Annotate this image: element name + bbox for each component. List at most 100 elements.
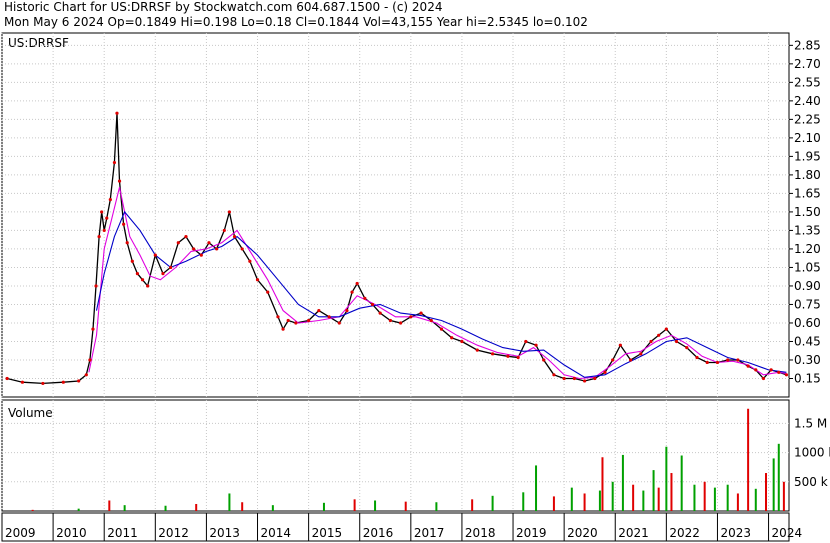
price-point [674,339,679,344]
volume-bar [665,446,668,511]
volume-panel-label: Volume [8,406,53,420]
x-tick-label: 2016 [363,526,394,540]
price-point [108,197,112,202]
price-y-tick-label: 2.10 [794,131,821,145]
price-y-tick-label: 1.35 [794,223,821,237]
price-point [657,333,661,337]
volume-bar [736,493,739,511]
price-point [370,302,375,307]
volume-bar [241,502,244,511]
price-y-tick-label: 0.75 [794,297,821,311]
price-point [153,253,157,257]
price-panel-label: US:DRRSF [8,36,69,50]
price-y-tick-label: 2.25 [794,112,821,126]
x-tick-label: 2014 [261,526,292,540]
price-point [419,311,423,315]
price-point [294,321,298,325]
price-point [161,272,165,276]
volume-bar [353,499,356,511]
price-point [639,352,643,356]
price-point [769,368,773,372]
price-y-tick-label: 2.85 [794,38,821,52]
price-y-axis: 2.85 2.70 2.55 2.40 2.25 2.10 1.95 1.80 1.65 1.50… [789,38,821,385]
stock-chart: US:DRRSF Volume 2.85 2.70 2.55 2.40 2.25 2.10… [1,32,830,542]
price-y-tick-label: 1.65 [794,186,821,200]
volume-bar [601,457,604,511]
price-point [649,339,653,344]
volume-bar [611,481,614,511]
volume-bar [31,509,34,511]
price-point [524,339,528,344]
price-point [388,318,392,323]
volume-bar [570,487,573,511]
price-y-tick-label: 1.20 [794,242,821,256]
volume-bar [765,473,768,511]
price-point [97,234,101,239]
price-y-tick-label: 0.15 [794,371,821,385]
price-point [516,355,520,360]
volume-bar [703,481,706,511]
price-point [207,241,211,245]
price-point [112,160,117,165]
volume-bar [164,505,167,511]
price-point [192,247,196,251]
volume-bar [754,488,757,511]
price-point [552,373,556,377]
price-point [490,352,495,356]
volume-y-tick-label: 1.5 M [794,416,827,430]
volume-bar [108,500,111,511]
price-point [439,327,444,331]
volume-bar [374,500,377,511]
price-point [115,111,119,115]
price-y-tick-label: 0.90 [794,279,821,293]
volume-bar [195,503,198,511]
volume-bar [670,473,673,511]
price-point [695,355,699,360]
price-point [784,373,789,377]
price-point [777,370,781,374]
price-y-tick-label: 1.05 [794,260,821,274]
price-y-tick-label: 2.55 [794,75,821,89]
price-point [506,354,510,358]
volume-bar [747,408,750,511]
x-tick-label: 2022 [669,526,700,540]
volume-bar [782,481,785,511]
price-point [355,281,359,286]
price-panel [1,32,790,398]
price-y-tick-label: 1.50 [794,205,821,219]
x-tick-label: 2011 [107,526,138,540]
price-point [276,315,280,319]
price-point [542,358,546,362]
volume-bar [123,505,126,511]
volume-bar [552,496,555,511]
price-point [135,272,140,276]
volume-bar [583,493,586,511]
price-point [199,253,203,257]
x-tick-label: 2012 [158,526,189,540]
price-point [77,379,81,383]
price-point [746,364,750,368]
price-point [61,380,65,384]
price-point [307,318,311,323]
price-point [664,327,668,331]
price-point [350,290,354,294]
volume-y-tick-label: 500 k [794,475,828,489]
volume-bar [598,490,601,511]
price-point [562,376,566,381]
price-point [475,348,479,352]
volume-y-axis: 1.5 M 1000 k 500 k [794,416,830,488]
volume-bar [471,499,474,511]
price-point [215,247,219,251]
price-point [685,346,689,350]
x-tick-label: 2021 [618,526,649,540]
price-point [628,358,633,362]
price-point [176,241,180,245]
volume-bar [772,458,775,511]
price-point [227,210,232,214]
x-tick-label: 2023 [720,526,751,540]
price-point [593,376,597,381]
x-tick-label: 2009 [5,526,36,540]
volume-bar [680,455,683,511]
price-point [20,380,25,384]
x-tick-label: 2010 [56,526,87,540]
